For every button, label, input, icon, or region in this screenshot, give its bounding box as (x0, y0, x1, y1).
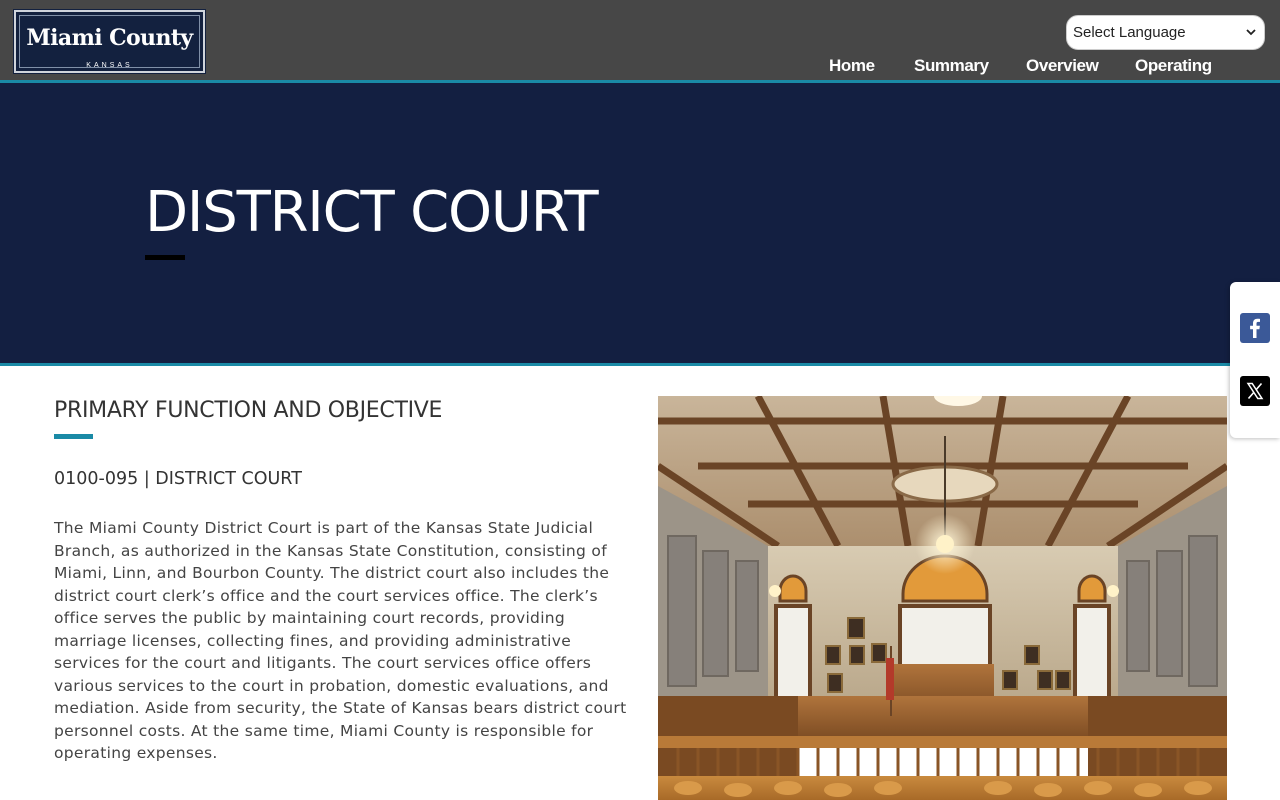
chevron-down-icon (1246, 29, 1256, 36)
courtroom-photo (658, 396, 1227, 800)
site-logo[interactable]: Miami County KANSAS (13, 9, 206, 74)
language-select[interactable]: Select Language (1066, 15, 1265, 50)
nav-home[interactable]: Home (829, 56, 875, 80)
page-title: DISTRICT COURT (145, 180, 599, 245)
logo-subtitle: KANSAS (86, 62, 133, 69)
body-paragraph: The Miami County District Court is part … (54, 519, 627, 762)
section-underline (54, 434, 93, 439)
facebook-icon[interactable] (1240, 313, 1270, 343)
hero-divider (0, 363, 1280, 366)
nav-overview[interactable]: Overview (1026, 56, 1099, 80)
social-share-bar (1230, 282, 1280, 438)
department-code: 0100-095 | DISTRICT COURT (54, 469, 302, 489)
logo-title: Miami County (26, 25, 193, 51)
nav-summary[interactable]: Summary (914, 56, 989, 80)
language-select-value: Select Language (1073, 24, 1186, 41)
x-twitter-icon[interactable] (1240, 376, 1270, 406)
section-title: PRIMARY FUNCTION AND OBJECTIVE (54, 398, 443, 423)
title-underline (145, 255, 185, 260)
nav-operating[interactable]: Operating (1135, 56, 1212, 80)
